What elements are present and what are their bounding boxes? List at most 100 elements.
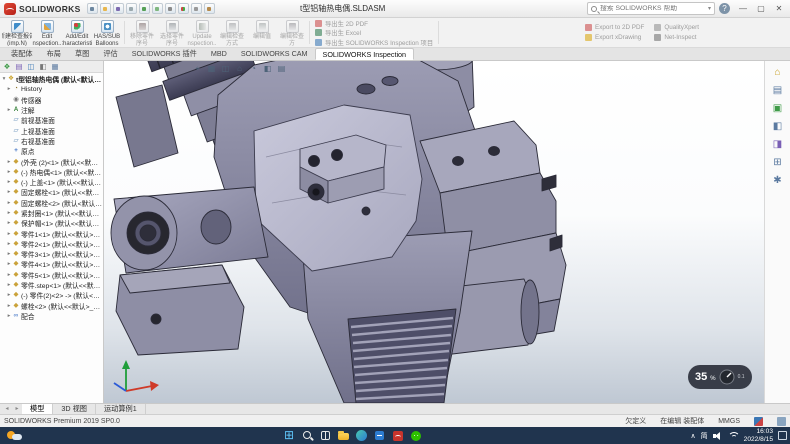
ribbon-button[interactable]: 移除零件 序号 (127, 19, 157, 46)
tree-item[interactable]: ▸ 零件2<1> (默认<<默认>_显... (6, 239, 103, 249)
tree-item[interactable]: ▸ 零件3<1> (默认<<默认>_显... (6, 249, 103, 259)
ribbon-button[interactable]: Add/Edit Characteristic (62, 19, 92, 46)
export-button[interactable]: Export to 2D PDF (585, 24, 644, 33)
ribbon-button[interactable]: 编辑值 (247, 19, 277, 46)
feature-manager-tab-icon[interactable]: ▤ (14, 62, 24, 72)
document-tab[interactable]: 运动算例1 (96, 404, 146, 414)
view-tool-icon[interactable]: ◫ (220, 63, 231, 74)
export-button[interactable]: QualityXpert (654, 24, 699, 33)
notification-center-icon[interactable] (778, 431, 787, 440)
view-tool-icon[interactable]: ◧ (262, 63, 273, 74)
taskbar-app-icon[interactable] (337, 429, 350, 442)
tree-item[interactable]: 右视基准面 (6, 136, 103, 146)
view-tool-icon[interactable]: ⌖ (192, 63, 203, 74)
help-search-box[interactable]: ▾ (587, 2, 715, 15)
ribbon-tab[interactable]: 草图 (68, 48, 96, 60)
export-button[interactable]: Export xDrawing (585, 33, 644, 42)
taskbar-app-icon[interactable] (355, 429, 368, 442)
export-button[interactable]: 导出生 Excel (315, 28, 433, 37)
cad-model-3d-view[interactable] (104, 61, 764, 403)
tree-item[interactable]: ▸ (外壳 (2)<1> (默认<<默认>_显示状 (6, 156, 103, 166)
export-button[interactable]: 导出生 SOLIDWORKS Inspection 项目 (315, 38, 433, 47)
volume-icon[interactable] (713, 431, 723, 441)
task-pane-icon[interactable]: ⊞ (771, 156, 785, 170)
maximize-button[interactable]: ▢ (752, 0, 770, 17)
task-pane-icon[interactable]: ▤ (771, 84, 785, 98)
task-pane-icon[interactable]: ▣ (771, 102, 785, 116)
ribbon-button[interactable]: 编辑检查 方式 (217, 19, 247, 46)
chevron-down-icon[interactable]: ▾ (708, 5, 711, 12)
tree-item[interactable]: 上视基准面 (6, 125, 103, 135)
status-user-icon[interactable] (777, 417, 786, 426)
status-tag-icon[interactable] (754, 417, 763, 426)
tree-item[interactable]: ▸ 零件5<1> (默认<<默认>_显... (6, 270, 103, 280)
view-tool-icon[interactable]: ▦ (206, 63, 217, 74)
taskbar-app-icon[interactable] (409, 429, 422, 442)
quick-toolbar-icon[interactable] (191, 3, 202, 14)
feature-manager-tab-icon[interactable]: ▦ (50, 62, 60, 72)
tree-item[interactable]: ▸ 注解 (6, 105, 103, 115)
network-icon[interactable] (728, 431, 739, 440)
task-pane-icon[interactable]: ◧ (771, 120, 785, 134)
document-tab[interactable]: 3D 视图 (53, 404, 96, 414)
tree-item[interactable]: 原点 (6, 146, 103, 156)
view-tool-icon[interactable]: ▤ (276, 63, 287, 74)
ribbon-tab[interactable]: SOLIDWORKS 插件 (125, 48, 204, 60)
tree-item[interactable]: 传感器 (6, 95, 103, 105)
ribbon-button[interactable]: HAS/SUB Balloons (92, 19, 122, 46)
taskbar-app-icon[interactable] (283, 429, 296, 442)
quick-toolbar-icon[interactable] (126, 3, 137, 14)
view-tool-icon[interactable]: ⌂ (234, 63, 245, 74)
ribbon-button[interactable]: 新建检查报告 (imp.N) (2, 19, 32, 46)
weather-widget-icon[interactable] (7, 430, 25, 441)
tree-item[interactable]: ▸ 零件.step<1> (默认<<默认>_显... (6, 280, 103, 290)
ribbon-button[interactable]: 选择零件 序号 (157, 19, 187, 46)
ime-indicator[interactable]: 简 (701, 431, 708, 441)
tree-item[interactable]: ▸ 配合 (6, 311, 103, 321)
ribbon-tab[interactable]: 评估 (96, 48, 124, 60)
quick-toolbar-icon[interactable] (87, 3, 98, 14)
export-button[interactable]: Net-Inspect (654, 33, 699, 42)
ribbon-tab[interactable]: MBD (204, 48, 234, 60)
tree-item[interactable]: ▸ 螺栓<2> (默认<<默认>_显... (6, 301, 103, 311)
feature-manager-tab-icon[interactable]: ❖ (2, 62, 12, 72)
ribbon-tab[interactable]: SOLIDWORKS Inspection (315, 48, 415, 60)
close-button[interactable]: ✕ (770, 0, 788, 17)
taskbar-app-icon[interactable] (319, 429, 332, 442)
quick-toolbar-icon[interactable] (152, 3, 163, 14)
task-pane-icon[interactable]: ◨ (771, 138, 785, 152)
feature-manager-tab-icon[interactable]: ◧ (38, 62, 48, 72)
taskbar-app-icon[interactable] (373, 429, 386, 442)
quick-toolbar-icon[interactable] (139, 3, 150, 14)
tree-item[interactable]: ▸ (-) 零件(2)<2> -> (默认<<默认... (6, 290, 103, 300)
tree-item[interactable]: ▸ 零件1<1> (默认<<默认>_显示状... (6, 228, 103, 238)
taskbar-app-icon[interactable] (301, 429, 314, 442)
tree-item[interactable]: ▸ 保护帽<1> (默认<<默认>_显... (6, 218, 103, 228)
task-pane-icon[interactable]: ✱ (771, 174, 785, 188)
tray-chevron-icon[interactable]: ∧ (691, 432, 696, 440)
tree-item[interactable]: ▸ 固定螺栓<1> (默认<<默认>_显... (6, 187, 103, 197)
quick-toolbar-icon[interactable] (100, 3, 111, 14)
tree-item[interactable]: ▸ 固定螺栓<2> (默认<默认>_显示状 (6, 198, 103, 208)
quick-toolbar-icon[interactable] (178, 3, 189, 14)
export-button[interactable]: 导出生 2D PDF (315, 19, 433, 28)
search-input[interactable] (600, 5, 705, 12)
ribbon-button[interactable]: Edit Inspection... (32, 19, 62, 46)
ribbon-button[interactable]: 编辑检查 方 (277, 19, 307, 46)
taskbar-clock[interactable]: 16:03 2022/8/15 (744, 428, 773, 443)
quick-toolbar-icon[interactable] (113, 3, 124, 14)
split-view-icon-2[interactable]: ▸ (12, 404, 22, 414)
taskbar-app-icon[interactable] (391, 429, 404, 442)
tree-item[interactable]: ▸ History (6, 84, 103, 94)
ribbon-button[interactable]: Update Inspection... (187, 19, 217, 46)
tree-item[interactable]: ▸ (-) 热电偶<1> (默认<<默认>_显... (6, 167, 103, 177)
ribbon-tab[interactable]: SOLIDWORKS CAM (234, 48, 315, 60)
view-tool-icon[interactable]: ◔ (248, 63, 259, 74)
tree-item[interactable]: ▸ (-) 上盖<1> (默认<<默认>_显示状 (6, 177, 103, 187)
ribbon-tab[interactable]: 装配体 (4, 48, 40, 60)
graphics-viewport[interactable]: ⌖ ▦ ◫ ⌂ ◔ ◧ ▤ 35 % 0.1 (104, 61, 764, 403)
ribbon-tab[interactable]: 布局 (40, 48, 68, 60)
status-units[interactable]: MMGS (718, 418, 740, 425)
tree-item[interactable]: ▸ 零件4<1> (默认<<默认>_显... (6, 259, 103, 269)
tree-item[interactable]: ▸ 紧封圈<1> (默认<<默认>_显示... (6, 208, 103, 218)
